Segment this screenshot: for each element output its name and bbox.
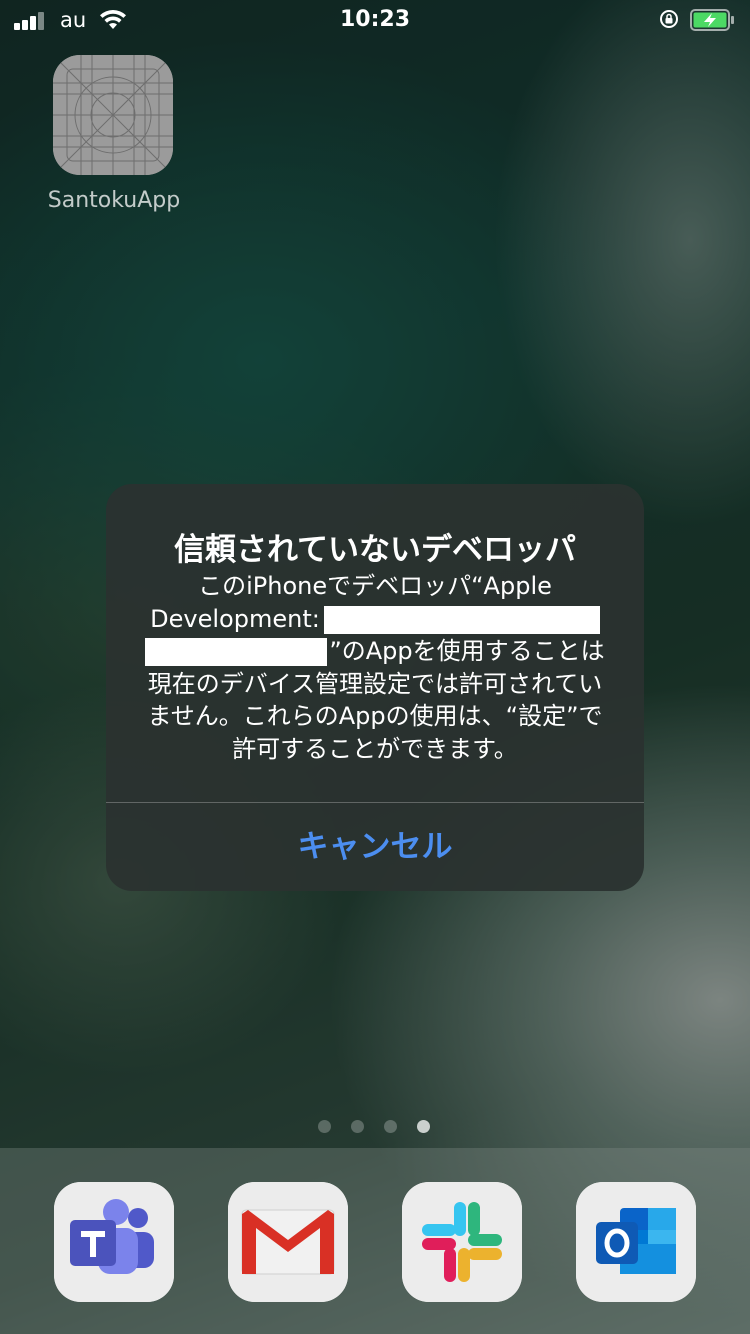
- alert-title: 信頼されていないデベロッパ: [173, 532, 577, 568]
- redacted-text-block: [323, 605, 600, 634]
- page-dot: [318, 1120, 331, 1133]
- untrusted-developer-alert: 信頼されていないデベロッパ このiPhoneでデベロッパ“Apple Devel…: [106, 484, 644, 891]
- alert-message-line: 許可することができます。: [232, 734, 518, 763]
- alert-message-segment: ”のAppを使用することは: [329, 637, 605, 665]
- alert-message-line: ”のAppを使用することは: [136, 635, 614, 668]
- slack-icon[interactable]: [402, 1182, 522, 1302]
- alert-message: このiPhoneでデベロッパ“Apple Development: ”のAppを…: [136, 570, 614, 765]
- redacted-text-block: [145, 638, 328, 666]
- battery-charging-icon: [690, 9, 734, 31]
- gmail-icon[interactable]: [228, 1182, 348, 1302]
- microsoft-teams-icon[interactable]: [54, 1182, 174, 1302]
- alert-message-line: このiPhoneでデベロッパ“Apple: [198, 572, 552, 600]
- status-bar: au 10:23: [0, 0, 750, 40]
- cancel-button[interactable]: キャンセル: [106, 803, 644, 891]
- alert-message-line: Development:: [136, 603, 614, 636]
- dock: [0, 1148, 750, 1334]
- page-dot: [384, 1120, 397, 1133]
- orientation-lock-icon: [660, 10, 678, 28]
- alert-message-line: ません。これらのAppの使用は、“設定”で: [147, 702, 603, 730]
- page-dot-active: [417, 1120, 430, 1133]
- app-santoku[interactable]: SantokuApp: [40, 55, 188, 225]
- app-label: SantokuApp: [47, 188, 181, 213]
- alert-message-line: 現在のデバイス管理設定では許可されてい: [147, 669, 603, 698]
- alert-message-segment: Development:: [150, 604, 320, 633]
- microsoft-outlook-icon[interactable]: [576, 1182, 696, 1302]
- page-indicator[interactable]: [318, 1120, 434, 1134]
- page-dot: [351, 1120, 364, 1133]
- placeholder-app-icon: [53, 55, 173, 175]
- clock-time: 10:23: [339, 7, 411, 32]
